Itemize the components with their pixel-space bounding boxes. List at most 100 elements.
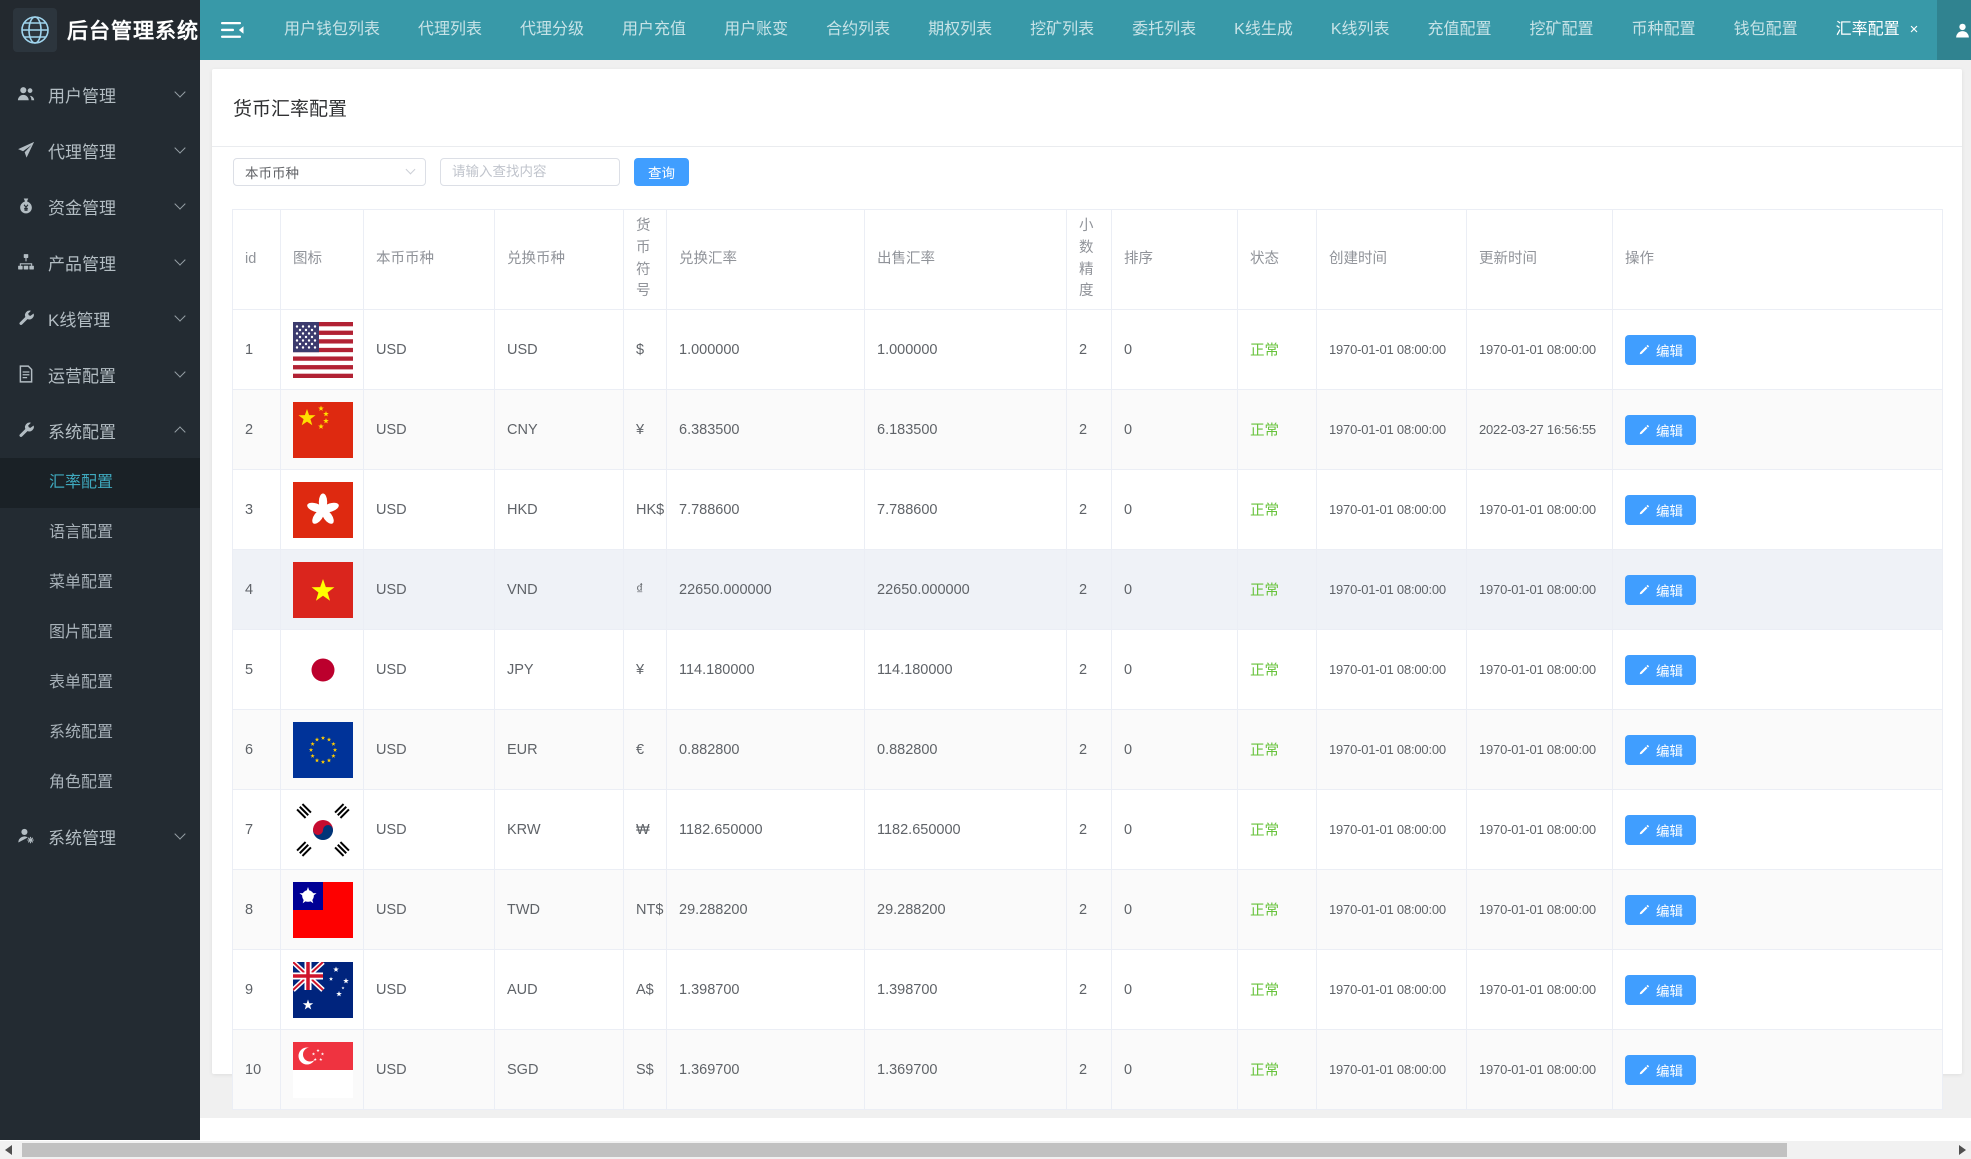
navbar: 用户钱包列表代理列表 代理分级 用户充值用户账变合约列表期权列表挖矿列表委托列表 K线… bbox=[200, 0, 1971, 60]
cell-updated-time: 1970-01-01 08:00:00 bbox=[1467, 870, 1613, 950]
cell-flag bbox=[281, 630, 364, 710]
column-header-3: 兑换币种 bbox=[495, 210, 624, 310]
nav-tab-8[interactable]: 委托列表 bbox=[1113, 0, 1215, 60]
nav-tab-11[interactable]: 充值配置 bbox=[1409, 0, 1511, 60]
sidebar-item-label: 系统配置 bbox=[48, 418, 176, 443]
nav-tab-10[interactable]: K线列表 bbox=[1312, 0, 1409, 60]
nav-tab-label: 充值配置 bbox=[1428, 21, 1492, 38]
edit-button[interactable]: 编辑 bbox=[1625, 415, 1696, 445]
cell-status: 正常 bbox=[1238, 950, 1317, 1030]
sidebar-subitem-6-5[interactable]: 系统配置 bbox=[0, 708, 200, 758]
nav-tab-15[interactable]: 汇率配置× bbox=[1817, 0, 1938, 60]
cell-actions: 编辑 bbox=[1613, 550, 1943, 630]
column-header-12: 操作 bbox=[1613, 210, 1943, 310]
cell-flag bbox=[281, 790, 364, 870]
nav-tab-6[interactable]: 期权列表 bbox=[909, 0, 1011, 60]
edit-button[interactable]: 编辑 bbox=[1625, 895, 1696, 925]
nav-tab-13[interactable]: 币种配置 bbox=[1613, 0, 1715, 60]
nav-tab-4[interactable]: 用户账变 bbox=[705, 0, 807, 60]
cell-id: 9 bbox=[233, 950, 281, 1030]
sidebar-subitem-6-4[interactable]: 表单配置 bbox=[0, 658, 200, 708]
chevron-down-icon bbox=[174, 366, 185, 377]
cell-quote-currency: JPY bbox=[495, 630, 624, 710]
sidebar-toggle-icon[interactable] bbox=[200, 21, 265, 39]
sidebar-subitem-6-2[interactable]: 菜单配置 bbox=[0, 558, 200, 608]
sidebar-subitem-6-1[interactable]: 语言配置 bbox=[0, 508, 200, 558]
us-flag-icon bbox=[293, 322, 353, 378]
edit-button[interactable]: 编辑 bbox=[1625, 575, 1696, 605]
nav-tab-12[interactable]: 挖矿配置 bbox=[1511, 0, 1613, 60]
page-title: 货币汇率配置 bbox=[212, 69, 1962, 147]
cell-id: 1 bbox=[233, 310, 281, 390]
scroll-left-arrow-icon[interactable] bbox=[5, 1145, 12, 1155]
status-badge: 正常 bbox=[1250, 823, 1279, 839]
nav-tab-3[interactable]: 用户充值 bbox=[603, 0, 705, 60]
cell-flag bbox=[281, 310, 364, 390]
column-header-0: id bbox=[233, 210, 281, 310]
cell-flag bbox=[281, 550, 364, 630]
edit-button[interactable]: 编辑 bbox=[1625, 1055, 1696, 1085]
edit-button[interactable]: 编辑 bbox=[1625, 975, 1696, 1005]
cell-id: 2 bbox=[233, 390, 281, 470]
nav-tab-2[interactable]: 代理分级 bbox=[501, 0, 603, 60]
base-currency-select[interactable]: 本币币种 bbox=[233, 158, 426, 186]
nav-tab-5[interactable]: 合约列表 bbox=[807, 0, 909, 60]
nav-tab-14[interactable]: 钱包配置 bbox=[1715, 0, 1817, 60]
cell-id: 5 bbox=[233, 630, 281, 710]
sidebar-subitem-6-0[interactable]: 汇率配置 bbox=[0, 458, 200, 508]
sidebar-item-4[interactable]: K线管理 bbox=[0, 290, 200, 346]
nav-tab-7[interactable]: 挖矿列表 bbox=[1011, 0, 1113, 60]
edit-button[interactable]: 编辑 bbox=[1625, 735, 1696, 765]
edit-button[interactable]: 编辑 bbox=[1625, 815, 1696, 845]
cell-actions: 编辑 bbox=[1613, 790, 1943, 870]
sidebar-item-label: 资金管理 bbox=[48, 194, 176, 219]
scrollbar-thumb[interactable] bbox=[22, 1143, 1787, 1157]
hk-flag-icon bbox=[293, 482, 353, 538]
sidebar-item-0[interactable]: 用户管理 bbox=[0, 66, 200, 122]
send-icon bbox=[16, 140, 36, 160]
nav-tab-label: 代理分级 bbox=[520, 21, 584, 38]
cell-symbol: ₫ bbox=[624, 550, 667, 630]
sidebar-item-label: 代理管理 bbox=[48, 138, 176, 163]
cell-base-currency: USD bbox=[364, 310, 495, 390]
nav-tab-0[interactable]: 用户钱包列表 bbox=[265, 0, 399, 60]
cell-actions: 编辑 bbox=[1613, 1030, 1943, 1110]
cell-exchange-rate: 1.369700 bbox=[667, 1030, 865, 1110]
jp-flag-icon bbox=[293, 642, 353, 698]
sidebar-item-3[interactable]: 产品管理 bbox=[0, 234, 200, 290]
sidebar-item-label: 产品管理 bbox=[48, 250, 176, 275]
cell-flag bbox=[281, 390, 364, 470]
cell-quote-currency: CNY bbox=[495, 390, 624, 470]
sidebar-subitem-6-6[interactable]: 角色配置 bbox=[0, 758, 200, 808]
column-header-11: 更新时间 bbox=[1467, 210, 1613, 310]
cell-quote-currency: KRW bbox=[495, 790, 624, 870]
sidebar-item-2[interactable]: 资金管理 bbox=[0, 178, 200, 234]
edit-button[interactable]: 编辑 bbox=[1625, 655, 1696, 685]
column-header-7: 小数精度 bbox=[1067, 210, 1112, 310]
sidebar-subitem-6-3[interactable]: 图片配置 bbox=[0, 608, 200, 658]
tab-close-icon[interactable]: × bbox=[1910, 0, 1919, 60]
scroll-right-arrow-icon[interactable] bbox=[1959, 1145, 1966, 1155]
cell-actions: 编辑 bbox=[1613, 870, 1943, 950]
nav-tab-1[interactable]: 代理列表 bbox=[399, 0, 501, 60]
horizontal-scrollbar[interactable] bbox=[0, 1141, 1971, 1159]
column-header-1: 图标 bbox=[281, 210, 364, 310]
cell-symbol: NT$ bbox=[624, 870, 667, 950]
column-header-4: 货币符号 bbox=[624, 210, 667, 310]
user-menu[interactable]: 理 bbox=[1937, 0, 1971, 60]
query-button[interactable]: 查询 bbox=[634, 158, 689, 186]
nav-tab-label: K线生成 bbox=[1234, 21, 1293, 38]
cell-sell-rate: 1.398700 bbox=[865, 950, 1067, 1030]
sidebar-item-1[interactable]: 代理管理 bbox=[0, 122, 200, 178]
cell-precision: 2 bbox=[1067, 550, 1112, 630]
edit-button[interactable]: 编辑 bbox=[1625, 495, 1696, 525]
edit-button[interactable]: 编辑 bbox=[1625, 335, 1696, 365]
nav-tab-9[interactable]: K线生成 bbox=[1215, 0, 1312, 60]
search-input[interactable] bbox=[440, 158, 620, 186]
sidebar-item-7[interactable]: 系统管理 bbox=[0, 808, 200, 864]
cell-exchange-rate: 1.000000 bbox=[667, 310, 865, 390]
users-icon bbox=[16, 84, 36, 104]
sidebar-item-5[interactable]: 运营配置 bbox=[0, 346, 200, 402]
sidebar-item-label: 运营配置 bbox=[48, 362, 176, 387]
sidebar-item-6[interactable]: 系统配置 bbox=[0, 402, 200, 458]
